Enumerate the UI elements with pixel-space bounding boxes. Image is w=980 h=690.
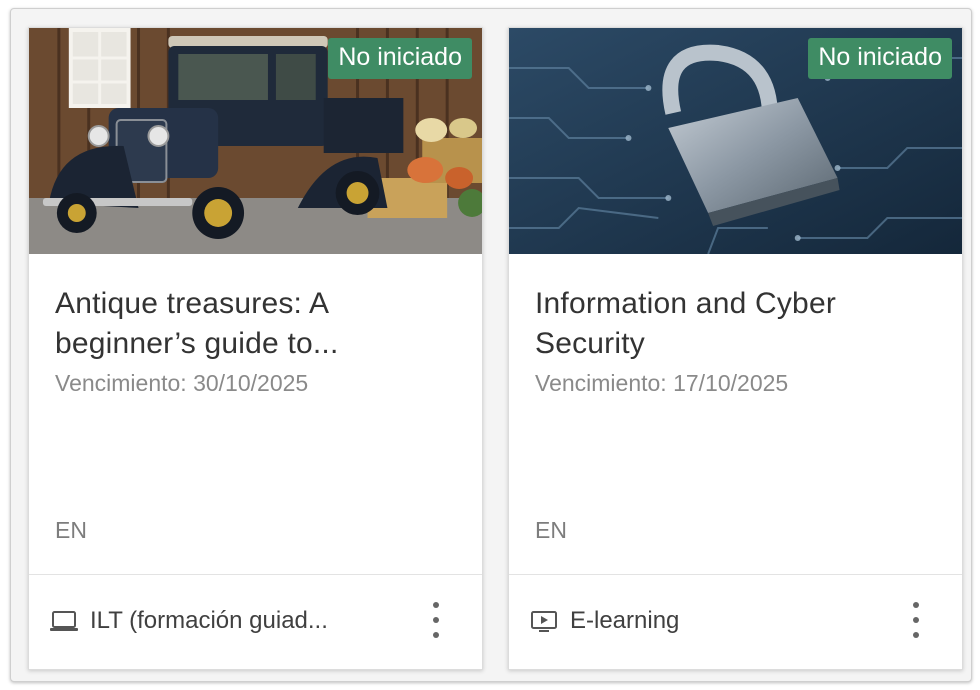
more-options-icon[interactable]	[906, 602, 926, 638]
course-list-panel: No iniciado Antique treasures: A beginne…	[10, 8, 972, 682]
course-type-label: ILT (formación guiad...	[90, 607, 328, 634]
course-title[interactable]: Information and Cyber Security	[535, 284, 932, 364]
video-play-icon	[531, 611, 557, 632]
status-badge: No iniciado	[808, 38, 952, 79]
status-badge: No iniciado	[328, 38, 472, 79]
course-thumbnail[interactable]: No iniciado	[29, 28, 482, 254]
due-date: Vencimiento: 17/10/2025	[535, 370, 789, 396]
course-thumbnail[interactable]: No iniciado	[509, 28, 962, 254]
course-card[interactable]: No iniciado Antique treasures: A beginne…	[28, 27, 483, 670]
course-type-label: E-learning	[570, 607, 680, 634]
language-code: EN	[55, 517, 87, 543]
course-card[interactable]: No iniciado Information and Cyber Securi…	[508, 27, 963, 670]
course-title[interactable]: Antique treasures: A beginner’s guide to…	[55, 284, 452, 364]
more-options-icon[interactable]	[426, 602, 446, 638]
language-code: EN	[535, 517, 567, 543]
laptop-icon	[50, 611, 78, 631]
card-footer: E-learning	[509, 575, 962, 669]
card-footer: ILT (formación guiad...	[29, 575, 482, 669]
due-date: Vencimiento: 30/10/2025	[55, 370, 309, 396]
